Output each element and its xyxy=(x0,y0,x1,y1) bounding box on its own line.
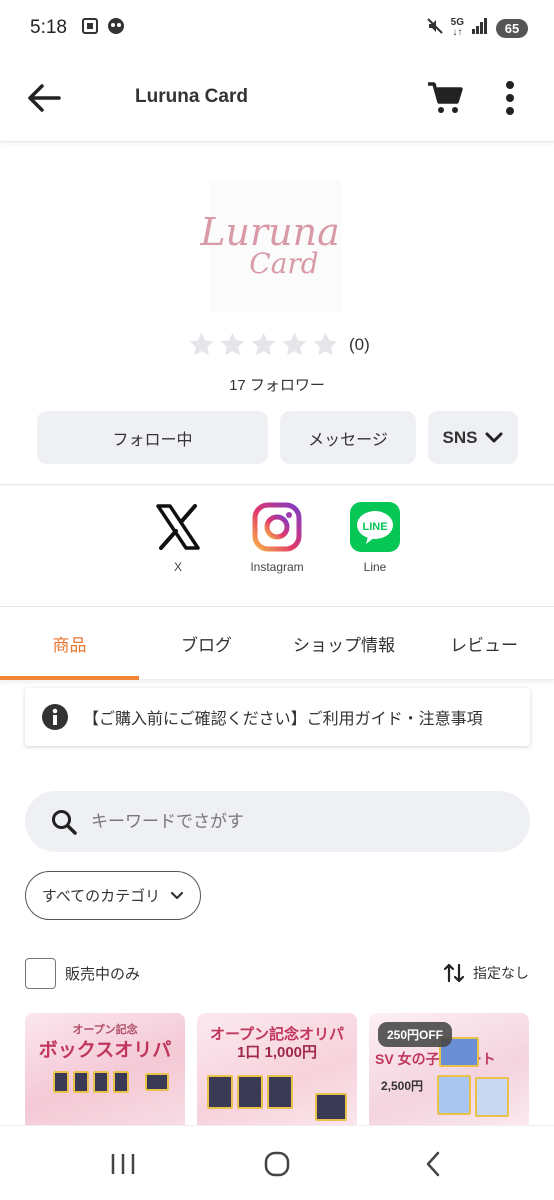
product-title: ボックスオリパ xyxy=(38,1040,172,1061)
battery-icon: 65 xyxy=(496,18,528,38)
divider xyxy=(0,484,554,485)
tab-shop-info[interactable]: ショップ情報 xyxy=(274,607,414,679)
signal-icon xyxy=(471,17,489,40)
on-sale-checkbox[interactable] xyxy=(25,957,56,989)
recent-apps-button[interactable] xyxy=(93,1146,153,1182)
message-button[interactable]: メッセージ xyxy=(280,411,416,464)
category-label: すべてのカテゴリ xyxy=(41,888,161,905)
notice-banner[interactable]: 【ご購入前にご確認ください】ご利用ガイド・注意事項 xyxy=(25,688,530,746)
follow-button[interactable]: フォロー中 xyxy=(37,411,268,464)
sort-icon xyxy=(443,963,465,983)
chevron-left-icon xyxy=(426,1151,440,1177)
product-thumbnail xyxy=(207,1075,233,1109)
instagram-icon xyxy=(252,502,302,552)
star-icon xyxy=(251,332,276,356)
sns-label: SNS xyxy=(442,427,478,447)
product-thumbnail xyxy=(145,1073,169,1091)
mute-icon xyxy=(426,17,444,40)
rating-count: (0) xyxy=(349,334,370,354)
product-thumbnail xyxy=(53,1071,69,1093)
shop-logo: Luruna Card xyxy=(200,180,341,312)
on-sale-label[interactable]: 販売中のみ xyxy=(65,963,140,984)
more-options-button[interactable] xyxy=(492,76,528,120)
product-thumbnail xyxy=(315,1093,347,1121)
status-time: 5:18 xyxy=(30,17,67,38)
more-vertical-icon xyxy=(506,81,514,115)
tab-products[interactable]: 商品 xyxy=(0,607,139,680)
tab-bar: 商品 ブログ ショップ情報 レビュー xyxy=(0,607,554,680)
recent-apps-icon xyxy=(111,1154,135,1174)
sort-button[interactable]: 指定なし xyxy=(443,962,529,984)
status-bar: 5:18 5G ↓↑ 65 xyxy=(0,0,554,56)
search-icon xyxy=(52,809,77,835)
info-icon xyxy=(42,704,68,730)
sns-link-instagram[interactable]: Instagram xyxy=(232,502,322,574)
cart-button[interactable] xyxy=(424,78,466,118)
filter-row: 販売中のみ 指定なし xyxy=(25,957,529,989)
search-input[interactable] xyxy=(91,811,471,832)
line-icon: LINE xyxy=(350,502,400,552)
product-thumbnail xyxy=(437,1075,471,1115)
logo-text-line1: Luruna xyxy=(200,210,340,254)
chevron-down-icon xyxy=(485,432,503,442)
product-thumbnail xyxy=(475,1077,509,1117)
x-logo-icon xyxy=(153,502,203,552)
sns-label-line: Line xyxy=(363,560,387,574)
rating: (0) xyxy=(188,331,370,358)
sns-dropdown-button[interactable]: SNS xyxy=(428,411,518,464)
home-icon xyxy=(264,1151,290,1177)
page-title: Luruna Card xyxy=(135,86,248,107)
category-dropdown[interactable]: すべてのカテゴリ xyxy=(25,871,201,920)
notification-app-icon xyxy=(107,17,125,40)
back-nav-button[interactable] xyxy=(403,1146,463,1182)
star-icon xyxy=(189,332,214,356)
cart-icon xyxy=(428,82,463,113)
product-thumbnail xyxy=(93,1071,109,1093)
product-thumbnail xyxy=(73,1071,89,1093)
product-thumbnail xyxy=(113,1071,129,1093)
star-icon xyxy=(282,332,307,356)
back-button[interactable] xyxy=(24,78,64,118)
sns-label-instagram: Instagram xyxy=(250,560,304,574)
home-button[interactable] xyxy=(247,1146,307,1182)
logo-text-line2: Card xyxy=(249,247,319,280)
star-icon xyxy=(220,332,245,356)
product-card[interactable]: オープン記念オリパ 1口 1,000円 xyxy=(197,1013,357,1125)
follower-count[interactable]: 17 フォロワー xyxy=(0,374,554,395)
notice-text: 【ご購入前にご確認ください】ご利用ガイド・注意事項 xyxy=(83,711,483,728)
network-indicator: 5G ↓↑ xyxy=(450,17,464,38)
app-bar: Luruna Card xyxy=(0,56,554,142)
svg-text:LINE: LINE xyxy=(362,521,387,533)
product-subtitle: 1口 1,000円 xyxy=(236,1044,318,1061)
chevron-down-icon xyxy=(171,891,184,900)
sns-link-line[interactable]: LINE Line xyxy=(330,502,420,574)
arrow-left-icon xyxy=(28,84,61,112)
sort-label: 指定なし xyxy=(473,965,529,981)
search-bar[interactable] xyxy=(25,791,530,852)
discount-badge: 250円OFF xyxy=(378,1022,453,1047)
system-nav-bar xyxy=(0,1125,554,1200)
tab-blog[interactable]: ブログ xyxy=(139,607,274,679)
sns-label-x: X xyxy=(173,560,182,574)
star-icon xyxy=(313,332,338,356)
product-thumbnail xyxy=(267,1075,293,1109)
product-thumbnail xyxy=(237,1075,263,1109)
screenshot-icon xyxy=(81,17,99,40)
product-card[interactable]: オープン記念 ボックスオリパ xyxy=(25,1013,185,1125)
tab-reviews[interactable]: レビュー xyxy=(414,607,554,679)
sns-link-x[interactable]: X xyxy=(133,502,223,574)
